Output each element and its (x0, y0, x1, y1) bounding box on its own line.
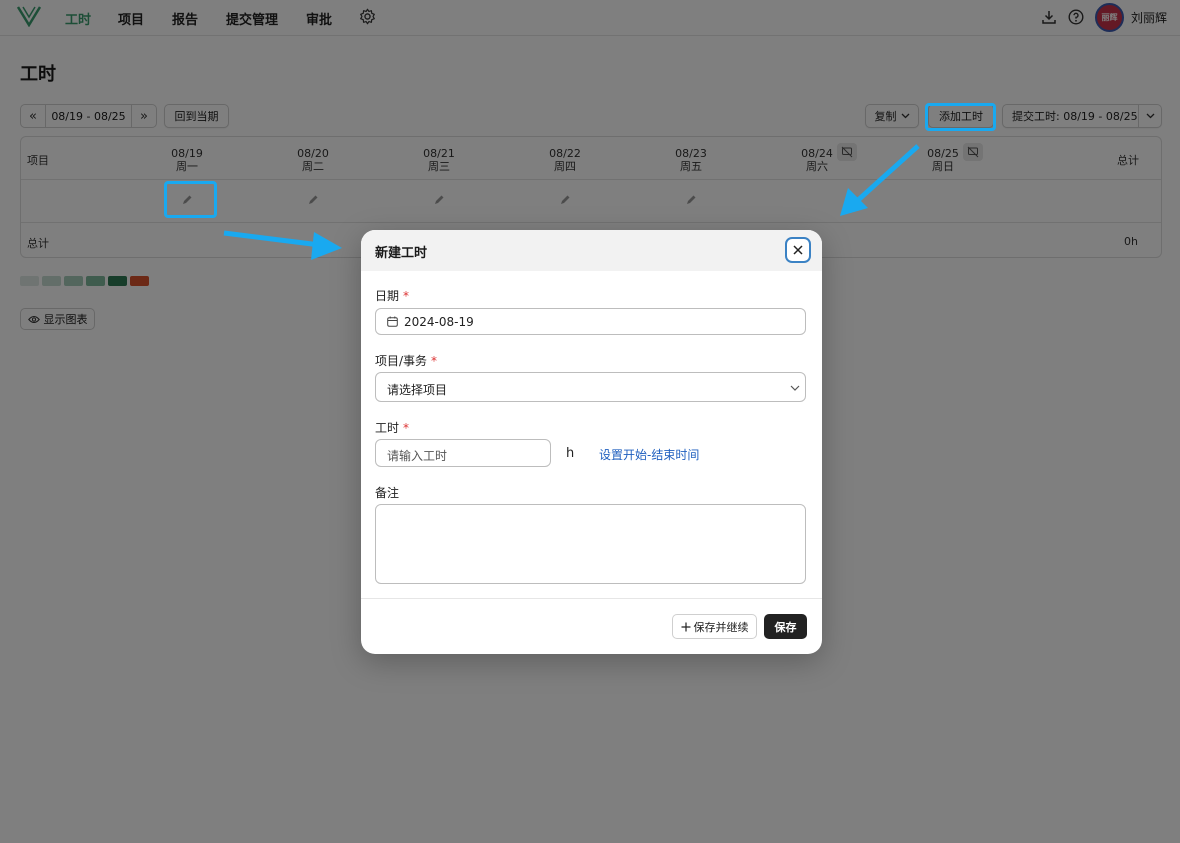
highlight-box (925, 103, 996, 131)
note-label: 备注 (375, 486, 400, 500)
calendar-icon (387, 316, 398, 327)
required-mark: * (403, 421, 410, 435)
save-button[interactable]: 保存 (764, 614, 807, 639)
save-and-continue-label: 保存并继续 (693, 620, 749, 634)
close-icon (793, 245, 803, 255)
new-timesheet-dialog: 新建工时 日期 * 2024-08-19 项目/事务 * 请选择项目 工时 * 请输入… (361, 230, 822, 654)
hours-unit: h (566, 446, 575, 461)
project-placeholder: 请选择项目 (387, 383, 448, 397)
hours-label: 工时 * (375, 419, 409, 436)
date-label: 日期 * (375, 287, 409, 304)
required-mark: * (431, 354, 438, 368)
date-field[interactable]: 2024-08-19 (375, 308, 806, 335)
hours-label-text: 工时 (375, 421, 400, 435)
chevron-down-icon (790, 385, 800, 391)
divider (361, 598, 822, 599)
close-button[interactable] (785, 237, 811, 263)
hours-placeholder: 请输入工时 (387, 449, 448, 463)
dialog-title: 新建工时 (375, 246, 428, 261)
date-value: 2024-08-19 (404, 315, 474, 329)
project-select[interactable]: 请选择项目 (375, 372, 806, 402)
project-label-text: 项目/事务 (375, 354, 428, 368)
note-textarea[interactable] (375, 504, 806, 584)
highlight-box (164, 181, 217, 218)
dialog-header: 新建工时 (361, 230, 822, 271)
set-time-range-link[interactable]: 设置开始-结束时间 (599, 446, 699, 463)
plus-icon (681, 622, 690, 631)
date-label-text: 日期 (375, 289, 400, 303)
required-mark: * (403, 289, 410, 303)
project-label: 项目/事务 * (375, 352, 437, 369)
save-and-continue-button[interactable]: 保存并继续 (672, 614, 757, 639)
hours-input[interactable]: 请输入工时 (375, 439, 551, 467)
